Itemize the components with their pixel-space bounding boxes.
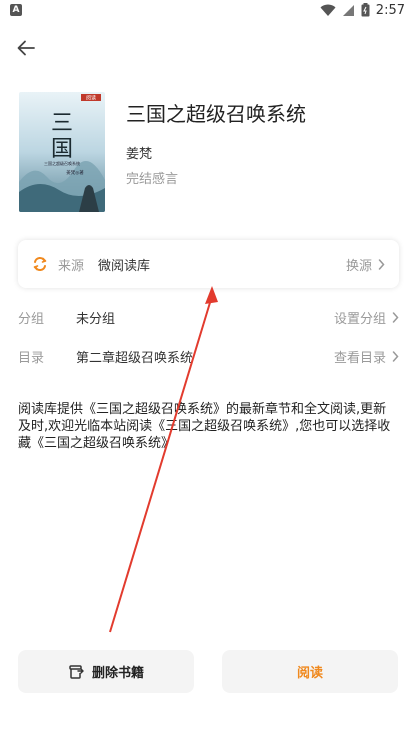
status-time: 2:57 [375,2,405,18]
chevron-right-icon [392,350,399,362]
app-notification-icon: A [10,4,22,16]
cover-badge: 阅读 [86,95,96,102]
cover-author: 姜梵◎著 [66,169,84,176]
back-button[interactable] [14,36,38,60]
delete-book-icon [69,664,84,679]
delete-book-button[interactable]: 删除书籍 [18,650,194,693]
switch-source-label: 换源 [345,258,372,274]
source-value: 微阅读库 [98,258,151,274]
book-title: 三国之超级召唤系统 [126,102,306,126]
set-group-label: 设置分组 [333,311,386,327]
chevron-right-icon [378,258,385,270]
status-bar: A 2:57 [0,0,415,20]
battery-icon [361,3,370,17]
book-cover[interactable]: 阅读 三 国 三国之超级召唤系统 姜梵◎著 [19,92,105,212]
group-value: 未分组 [76,311,116,327]
source-label: 来源 [58,258,85,274]
group-label: 分组 [18,311,45,327]
set-group-button[interactable]: 设置分组 [334,308,399,327]
book-cover-art: 阅读 三 国 三国之超级召唤系统 姜梵◎著 [19,92,105,212]
view-toc-button[interactable]: 查看目录 [334,347,399,366]
read-button[interactable]: 阅读 [222,650,398,693]
delete-book-label: 删除书籍 [91,666,144,681]
book-status: 完结感言 [126,172,179,187]
cover-title-char-2: 国 [51,137,73,162]
cover-title-char-1: 三 [51,111,73,136]
read-label: 阅读 [296,666,323,681]
toc-label: 目录 [18,350,45,366]
chevron-right-icon [392,311,399,323]
arrow-left-icon [17,40,35,56]
source-card[interactable]: 来源 微阅读库 换源 [18,240,399,288]
view-toc-label: 查看目录 [333,350,386,366]
cover-subtitle: 三国之超级召唤系统 [44,160,80,166]
wifi-icon [320,4,336,16]
group-row[interactable]: 分组 未分组 设置分组 [18,305,399,329]
book-author[interactable]: 姜梵 [126,143,152,162]
switch-source-button[interactable]: 换源 [346,255,385,274]
toc-row[interactable]: 目录 第二章超级召唤系统 查看目录 [18,344,399,368]
signal-icon [342,4,354,16]
toc-value: 第二章超级召唤系统 [76,350,194,366]
book-description: 阅读库提供《三国之超级召唤系统》的最新章节和全文阅读,更新及时,欢迎光临本站阅读… [18,402,391,451]
refresh-icon [33,256,47,272]
